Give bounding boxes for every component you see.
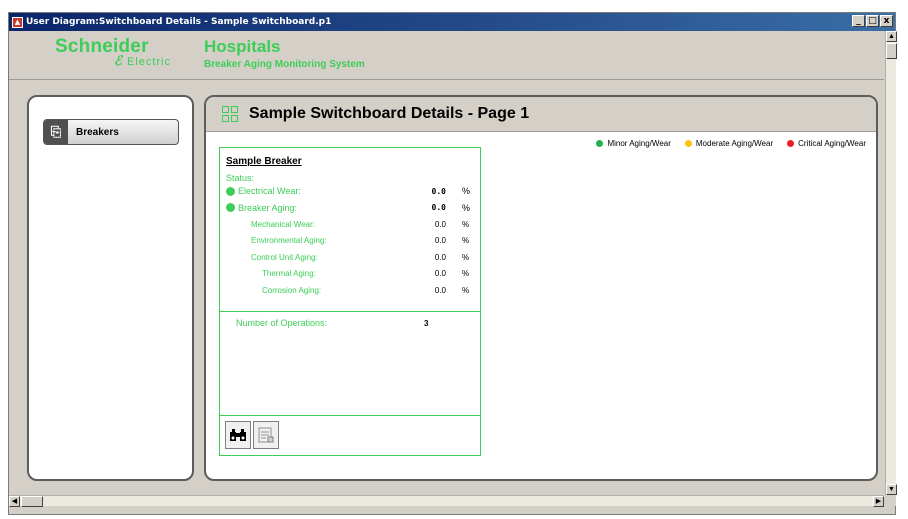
scroll-left-icon[interactable]: ◀ [9,496,20,507]
sidebar-item-breakers[interactable]: ⎘ Breakers [43,119,179,145]
header-divider [9,79,884,80]
horizontal-scrollbar[interactable]: ◀ ▶ [9,495,884,507]
legend-label: Minor Aging/Wear [607,139,671,148]
row-environmental-aging: Environmental Aging: 0.0 % [226,233,474,250]
breaker-name[interactable]: Sample Breaker [226,156,474,167]
vertical-scrollbar[interactable]: ▲ ▼ [885,31,897,495]
row-unit: % [462,186,471,197]
page-title: Sample Switchboard Details - Page 1 [249,105,530,122]
yellow-dot-icon [684,140,692,147]
breaker-icon: ⎘ [44,120,68,144]
schneider-logo: Schneider ℰ Electric [55,36,185,69]
scroll-up-icon[interactable]: ▲ [886,31,897,42]
row-label: Breaker Aging: [238,202,298,213]
row-unit: % [462,252,470,262]
row-value: 0.0 [434,285,446,295]
row-unit: % [462,219,470,229]
row-unit: % [462,202,471,213]
horizontal-scroll-thumb[interactable] [21,496,43,507]
details-icon[interactable] [253,421,279,449]
sidebar: ⎘ Breakers [27,95,194,481]
row-value: 0.0 [434,252,446,262]
row-value: 0.0 [431,203,446,213]
title-bar[interactable]: ▲ User Diagram:Switchboard Details - Sam… [9,13,895,31]
row-unit: % [462,269,470,279]
red-dot-icon [787,140,795,147]
row-breaker-aging: Breaker Aging: 0.0 % [226,200,474,217]
main-panel-header: Sample Switchboard Details - Page 1 [206,97,876,132]
row-corrosion-aging: Corrosion Aging: 0.0 % [226,282,474,299]
breaker-status-section: Sample Breaker Status: Electrical Wear: … [220,148,480,312]
minimize-button[interactable]: _ [852,15,865,27]
legend: Minor Aging/Wear Moderate Aging/Wear Cri… [596,139,866,148]
window-title: User Diagram:Switchboard Details - Sampl… [26,17,332,27]
status-label: Status: [226,173,255,183]
operations-value: 3 [424,319,429,328]
app-icon: ▲ [12,16,23,28]
green-dot-icon [596,140,604,147]
binoculars-icon[interactable] [225,421,251,449]
page-header-title: Hospitals [204,37,281,56]
row-unit: % [462,236,470,246]
main-panel: Sample Switchboard Details - Page 1 Mino… [204,95,878,481]
row-value: 0.0 [434,219,446,229]
status-dot-icon [226,203,235,213]
app-window: ▲ User Diagram:Switchboard Details - Sam… [8,12,897,515]
maximize-button[interactable]: □ [866,15,879,27]
row-unit: % [462,285,470,295]
row-electrical-wear: Electrical Wear: 0.0 % [226,183,474,200]
card-toolbar [220,415,480,455]
operations-label: Number of Operations: [236,318,328,328]
scroll-right-icon[interactable]: ▶ [873,496,884,507]
legend-item-critical: Critical Aging/Wear [787,139,866,148]
row-value: 0.0 [434,269,446,279]
resize-grip-icon[interactable] [885,495,896,506]
close-button[interactable]: x [880,15,893,27]
logo-e-icon: ℰ [114,54,123,69]
status-dot-icon [226,186,235,196]
row-control-unit-aging: Control Unit Aging: 0.0 % [226,249,474,266]
vertical-scroll-thumb[interactable] [886,43,897,59]
logo-electric: Electric [126,56,171,68]
breaker-card: Sample Breaker Status: Electrical Wear: … [219,147,481,456]
row-thermal-aging: Thermal Aging: 0.0 % [226,266,474,283]
content-area: Schneider ℰ Electric Hospitals Breaker A… [9,31,884,495]
scroll-down-icon[interactable]: ▼ [886,484,897,495]
sidebar-item-label: Breakers [76,126,119,138]
window-controls: _ □ x [852,15,893,27]
legend-item-moderate: Moderate Aging/Wear [684,139,774,148]
legend-item-minor: Minor Aging/Wear [596,139,671,148]
grid-icon [222,106,238,122]
operations-row: Number of Operations: 3 [220,312,480,338]
legend-label: Critical Aging/Wear [798,139,866,148]
row-value: 0.0 [434,236,446,246]
page-header-subtitle: Breaker Aging Monitoring System [204,59,365,70]
row-value: 0.0 [431,186,446,196]
row-label: Electrical Wear: [238,186,301,197]
row-mechanical-wear: Mechanical Wear: 0.0 % [226,216,474,233]
legend-label: Moderate Aging/Wear [695,139,774,148]
